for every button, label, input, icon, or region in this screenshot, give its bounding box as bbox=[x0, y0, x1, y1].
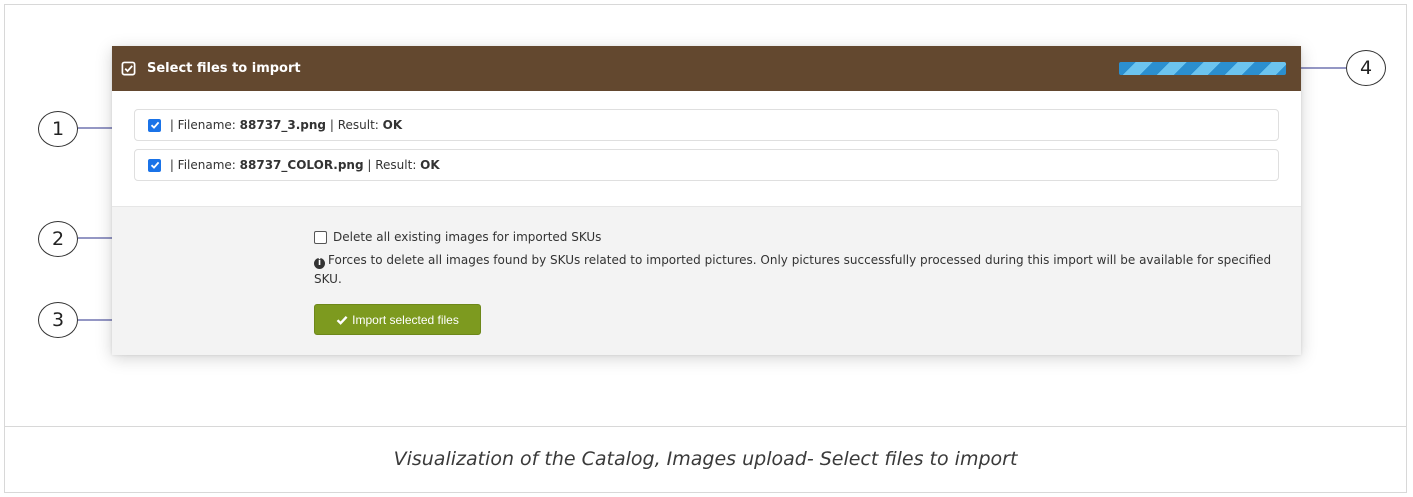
checkmark-icon bbox=[150, 121, 159, 129]
filename-value: 88737_3.png bbox=[239, 118, 327, 132]
result-label: | Result: bbox=[363, 158, 421, 172]
result-label: | Result: bbox=[326, 118, 383, 132]
import-progress-bar bbox=[1119, 62, 1286, 75]
callout-4: 4 bbox=[1346, 50, 1386, 86]
filename-value: 88737_COLOR.png bbox=[239, 158, 364, 172]
info-text: Forces to delete all images found by SKU… bbox=[314, 253, 1272, 286]
import-selected-files-button[interactable]: Import selected files bbox=[314, 304, 481, 335]
filename-label: | Filename: bbox=[166, 158, 240, 172]
file-checkbox[interactable] bbox=[148, 158, 161, 172]
figure-caption: Visualization of the Catalog, Images upl… bbox=[393, 448, 1018, 470]
panel-header: Select files to import bbox=[112, 46, 1301, 91]
checkmark-icon bbox=[336, 315, 348, 325]
filename-label: | Filename: bbox=[166, 118, 240, 132]
delete-existing-checkbox[interactable] bbox=[314, 230, 327, 244]
import-panel: Select files to import | Filename: 88737… bbox=[112, 46, 1301, 355]
delete-existing-option: Delete all existing images for imported … bbox=[314, 230, 601, 244]
checkbox-square-icon bbox=[121, 61, 136, 76]
result-value: OK bbox=[382, 118, 403, 132]
delete-existing-label[interactable]: Delete all existing images for imported … bbox=[333, 230, 601, 244]
callout-3: 3 bbox=[38, 302, 78, 338]
file-row: | Filename: 88737_COLOR.png | Result: OK bbox=[134, 149, 1279, 181]
file-checkbox[interactable] bbox=[148, 118, 161, 132]
result-value: OK bbox=[420, 158, 440, 172]
callout-2: 2 bbox=[38, 221, 78, 257]
info-circle-icon: i bbox=[314, 258, 325, 269]
checkmark-icon bbox=[150, 161, 159, 169]
callout-1: 1 bbox=[38, 111, 78, 147]
file-row: | Filename: 88737_3.png | Result: OK bbox=[134, 109, 1279, 141]
import-button-label: Import selected files bbox=[352, 312, 459, 327]
delete-info-text: i Forces to delete all images found by SK… bbox=[314, 251, 1274, 289]
import-options: Delete all existing images for imported … bbox=[112, 206, 1301, 355]
panel-title: Select files to import bbox=[147, 61, 301, 76]
